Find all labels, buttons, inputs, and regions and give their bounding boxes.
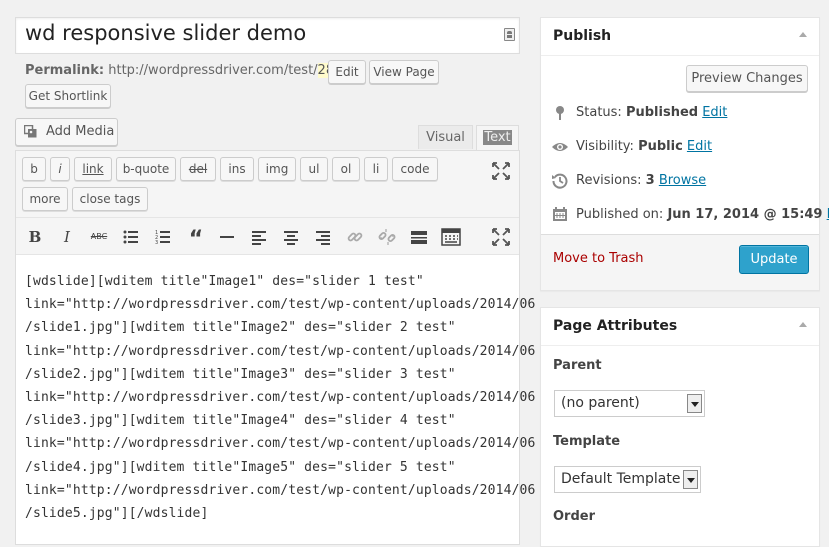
permalink-row: Permalink: http://wordpressdriver.com/te… xyxy=(25,63,351,78)
move-to-trash-link[interactable]: Move to Trash xyxy=(553,251,644,266)
collapse-arrow-icon[interactable] xyxy=(799,322,807,327)
qt-del-button[interactable]: del xyxy=(180,157,216,181)
qt-code-button[interactable]: code xyxy=(392,157,438,181)
published-on-row: Published on: Jun 17, 2014 @ 15:49 Edit xyxy=(576,207,829,222)
fullscreen-icon[interactable] xyxy=(492,162,510,180)
dropdown-arrow-icon[interactable] xyxy=(683,470,698,489)
visibility-edit-link[interactable]: Edit xyxy=(687,139,712,154)
template-select[interactable]: Default Template xyxy=(554,466,701,493)
distraction-free-icon[interactable] xyxy=(492,228,510,246)
publish-box-title: Publish xyxy=(553,28,612,44)
dropdown-arrow-icon[interactable] xyxy=(687,394,702,413)
visibility-value: Public xyxy=(638,139,683,154)
content-line: link="http://wordpressdriver.com/test/wp… xyxy=(25,436,536,452)
strikethrough-icon[interactable]: ABC xyxy=(89,227,109,247)
revisions-label: Revisions: xyxy=(576,173,642,188)
published-on-label: Published on: xyxy=(576,207,664,222)
page-attributes-title: Page Attributes xyxy=(553,318,678,334)
qt-img-button[interactable]: img xyxy=(258,157,296,181)
published-on-value: Jun 17, 2014 @ 15:49 xyxy=(667,207,823,222)
content-line: link="http://wordpressdriver.com/test/wp… xyxy=(25,482,536,498)
remove-link-icon[interactable] xyxy=(378,228,396,246)
permalink-base: http://wordpressdriver.com/test/ xyxy=(108,63,318,78)
status-value: Published xyxy=(625,105,699,120)
parent-select-value: (no parent) xyxy=(561,395,640,411)
toolbar-toggle-icon[interactable] xyxy=(441,228,461,246)
qt-ol-button[interactable]: ol xyxy=(332,157,360,181)
content-line: /slide5.jpg"][/wdslide] xyxy=(25,506,209,522)
blockquote-icon[interactable]: “ xyxy=(186,227,206,252)
status-row: Status: Published Edit xyxy=(576,105,727,120)
revisions-clock-icon xyxy=(552,173,568,189)
parent-select[interactable]: (no parent) xyxy=(554,390,705,417)
qt-close-tags-button[interactable]: close tags xyxy=(72,187,148,211)
read-more-icon[interactable] xyxy=(410,229,428,245)
numbered-list-icon[interactable]: 1 2 3 xyxy=(155,229,171,245)
browse-revisions-link[interactable]: Browse xyxy=(659,173,706,188)
template-label: Template xyxy=(553,434,621,449)
visibility-label: Visibility: xyxy=(576,139,634,154)
page-attributes-header[interactable]: Page Attributes xyxy=(541,308,819,346)
align-right-icon[interactable] xyxy=(315,229,331,245)
bullet-list-icon[interactable] xyxy=(123,229,139,245)
qt-link-button[interactable]: link xyxy=(74,157,112,181)
content-line: /slide2.jpg"][wditem title"Image3" des="… xyxy=(25,366,456,382)
permalink-label: Permalink: xyxy=(25,63,105,78)
content-line: link="http://wordpressdriver.com/test/wp… xyxy=(25,343,536,359)
parent-label: Parent xyxy=(553,358,602,373)
update-button[interactable]: Update xyxy=(739,245,809,274)
calendar-icon xyxy=(553,207,567,221)
qt-li-button[interactable]: li xyxy=(364,157,388,181)
insert-link-icon[interactable] xyxy=(346,228,364,246)
status-edit-link[interactable]: Edit xyxy=(702,105,727,120)
collapse-arrow-icon[interactable] xyxy=(799,32,807,37)
content-line: /slide4.jpg"][wditem title"Image5" des="… xyxy=(25,459,456,475)
tab-text[interactable]: Text xyxy=(476,125,519,151)
order-label: Order xyxy=(553,509,595,524)
preview-changes-button[interactable]: Preview Changes xyxy=(686,65,808,92)
edit-permalink-button[interactable]: Edit xyxy=(328,60,366,84)
align-center-icon[interactable] xyxy=(283,229,299,245)
add-media-label: Add Media xyxy=(46,124,115,139)
tab-visual[interactable]: Visual xyxy=(418,125,473,149)
post-title-field[interactable]: wd responsive slider demo xyxy=(15,17,520,54)
horizontal-line-icon[interactable] xyxy=(219,229,235,245)
bold-icon[interactable]: B xyxy=(25,227,45,247)
visibility-row: Visibility: Public Edit xyxy=(576,139,712,154)
qt-more-button[interactable]: more xyxy=(22,187,68,211)
svg-text:3: 3 xyxy=(155,240,158,245)
view-page-button[interactable]: View Page xyxy=(369,60,439,84)
content-line: link="http://wordpressdriver.com/test/wp… xyxy=(25,297,536,313)
qt-italic-button[interactable]: i xyxy=(50,157,70,181)
keyboard-shortcut-icon[interactable] xyxy=(504,28,515,41)
qt-bold-button[interactable]: b xyxy=(22,157,46,181)
content-textarea[interactable]: [wdslide][wditem title"Image1" des="slid… xyxy=(25,270,536,525)
publish-box-header[interactable]: Publish xyxy=(541,18,819,56)
revisions-value: 3 xyxy=(645,173,655,188)
add-media-button[interactable]: Add Media xyxy=(15,118,118,146)
get-shortlink-button[interactable]: Get Shortlink xyxy=(25,84,111,108)
template-select-value: Default Template xyxy=(561,471,681,487)
visibility-eye-icon xyxy=(552,143,568,151)
content-line: [wdslide][wditem title"Image1" des="slid… xyxy=(25,274,424,289)
media-icon xyxy=(24,125,37,138)
post-title-text[interactable]: wd responsive slider demo xyxy=(25,21,306,45)
status-pin-icon xyxy=(556,106,564,120)
qt-ul-button[interactable]: ul xyxy=(300,157,328,181)
italic-icon[interactable]: I xyxy=(57,227,77,247)
revisions-row: Revisions: 3 Browse xyxy=(576,173,706,188)
qt-ins-button[interactable]: ins xyxy=(220,157,254,181)
content-line: link="http://wordpressdriver.com/test/wp… xyxy=(25,390,536,406)
content-line: /slide3.jpg"][wditem title"Image4" des="… xyxy=(25,413,456,429)
align-left-icon[interactable] xyxy=(251,229,267,245)
tab-text-label: Text xyxy=(483,130,512,145)
content-line: /slide1.jpg"][wditem title"Image2" des="… xyxy=(25,320,456,336)
status-label: Status: xyxy=(576,105,622,120)
qt-blockquote-button[interactable]: b-quote xyxy=(116,157,176,181)
